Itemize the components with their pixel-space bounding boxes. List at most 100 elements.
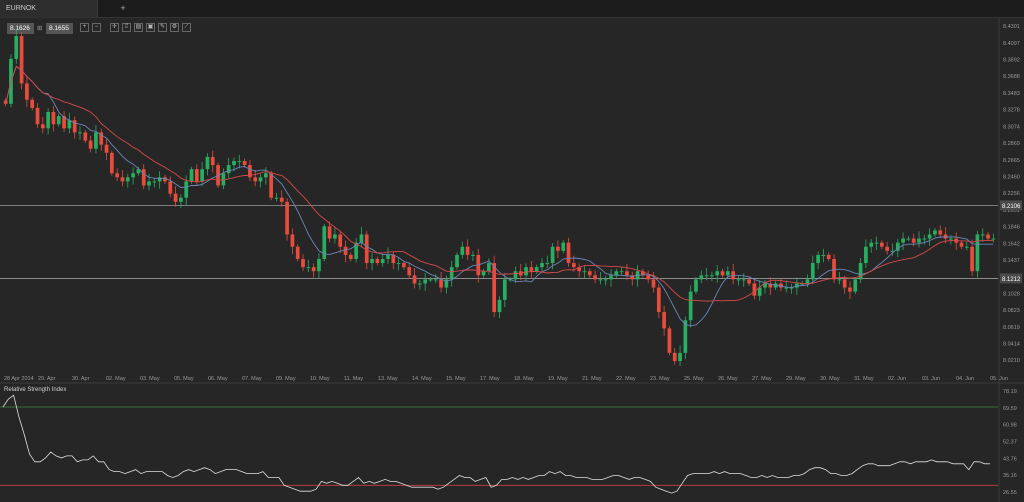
candle-body <box>428 279 433 281</box>
candle-body <box>168 181 173 194</box>
candle-body <box>19 36 24 84</box>
date-tick-label: 04. Jun <box>956 376 974 382</box>
price-tick-label: 8.3688 <box>1003 74 1020 80</box>
price-tick-label: 8.2869 <box>1003 141 1020 147</box>
candle-body <box>258 177 263 182</box>
candle-body <box>497 299 502 313</box>
candle-body <box>253 177 258 182</box>
candle-body <box>40 124 45 129</box>
candle-body <box>232 160 236 166</box>
candle-body <box>56 116 61 125</box>
price-tick-label: 8.2256 <box>1003 191 1020 197</box>
candle-body <box>333 234 337 239</box>
candle-body <box>120 177 125 182</box>
candle-body <box>704 275 709 277</box>
candle-body <box>205 156 210 170</box>
candle-body <box>678 352 682 362</box>
candle-body <box>343 246 348 255</box>
candle-body <box>821 254 826 256</box>
candle-body <box>901 238 905 243</box>
candle-body <box>210 156 215 166</box>
candle-body <box>78 132 82 134</box>
candle-body <box>853 279 858 292</box>
candle-body <box>274 197 279 199</box>
date-tick-label: 03. Jun <box>922 376 940 382</box>
price-tick-label: 8.0823 <box>1003 308 1020 314</box>
candle-body <box>964 246 969 248</box>
date-tick-label: 29. Apr <box>38 376 56 382</box>
candle-body <box>922 238 927 240</box>
candle-body <box>646 275 651 280</box>
price-chart[interactable]: 8.4301 8.4097 8.3892 8.3688 8.3483 8.3278 8.30… <box>0 0 1024 502</box>
candle-body <box>837 279 842 281</box>
rsi-tick-label: 43.76 <box>1003 456 1017 462</box>
price-tick-label: 8.3074 <box>1003 124 1020 130</box>
price-tick-label: 8.3892 <box>1003 58 1020 64</box>
rsi-tick-label: 69.59 <box>1003 406 1017 412</box>
candle-body <box>301 258 305 268</box>
rsi-tick-label: 60.98 <box>1003 423 1017 429</box>
date-tick-label: 17. May <box>480 376 500 382</box>
date-tick-label: 05. Jun <box>990 376 1008 382</box>
candle-body <box>752 283 757 296</box>
candle-body <box>826 254 831 259</box>
candle-body <box>534 267 539 272</box>
candle-body <box>364 234 369 264</box>
candle-body <box>226 165 231 174</box>
candle-body <box>874 242 879 244</box>
price-tick-label: 8.2665 <box>1003 158 1020 164</box>
candle-body <box>184 181 189 198</box>
candle-body <box>194 169 199 182</box>
candle-body <box>566 242 571 264</box>
candle-body <box>449 267 454 280</box>
candle-body <box>237 160 242 162</box>
candle-body <box>741 279 746 281</box>
candle-body <box>152 181 157 183</box>
candle-body <box>359 234 364 243</box>
candle-body <box>402 263 406 268</box>
candle-body <box>715 271 720 276</box>
candle-body <box>587 271 592 276</box>
candle-body <box>959 242 964 247</box>
candle-body <box>603 279 608 281</box>
candle-body <box>938 230 943 235</box>
candle-body <box>396 263 401 265</box>
candle-body <box>667 328 672 353</box>
candle-body <box>471 254 475 256</box>
candle-body <box>433 279 438 281</box>
candle-body <box>609 275 613 280</box>
date-tick-label: 07. May <box>242 376 262 382</box>
candle-body <box>391 254 396 264</box>
candle-body <box>561 242 566 251</box>
candle-body <box>710 275 714 277</box>
candle-body <box>189 169 194 182</box>
candle-body <box>725 271 730 276</box>
candle-body <box>810 263 815 280</box>
candle-body <box>375 258 380 264</box>
date-tick-label: 09. May <box>276 376 296 382</box>
date-tick-label: 13. May <box>378 376 398 382</box>
candle-body <box>460 246 465 255</box>
date-tick-label: 18. May <box>514 376 534 382</box>
candle-body <box>980 234 985 236</box>
candle-body <box>269 173 274 198</box>
date-tick-label: 30. Apr <box>72 376 90 382</box>
candle-body <box>104 144 109 153</box>
rsi-tick-label: 52.37 <box>1003 440 1017 446</box>
candle-body <box>317 258 321 272</box>
candle-body <box>423 279 428 284</box>
candle-body <box>200 169 204 182</box>
candle-body <box>386 254 390 259</box>
candle-body <box>295 246 300 259</box>
price-tick-label: 8.0210 <box>1003 358 1020 364</box>
date-tick-label: 05. May <box>174 376 194 382</box>
candle-body <box>805 279 810 284</box>
candle-body <box>524 267 528 276</box>
candle-body <box>593 275 597 280</box>
candle-body <box>131 173 135 178</box>
candle-body <box>465 246 470 255</box>
candle-body <box>407 267 412 276</box>
candle-body <box>46 111 50 129</box>
candle-body <box>683 320 688 353</box>
price-tick-label: 8.0619 <box>1003 325 1020 331</box>
